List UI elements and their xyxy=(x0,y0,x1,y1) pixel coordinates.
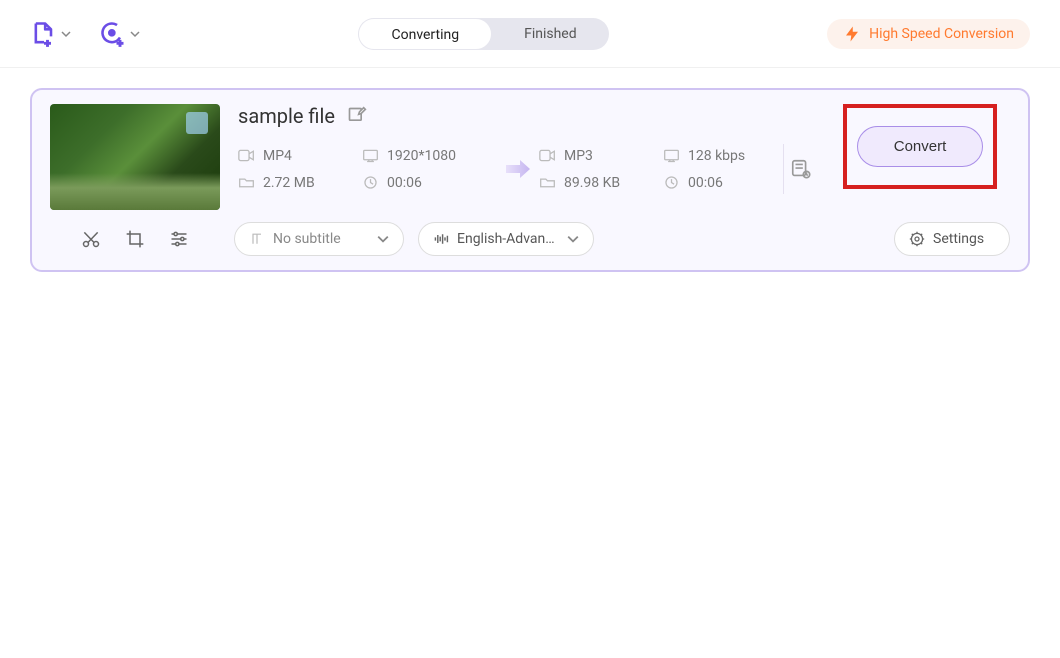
file-add-icon xyxy=(30,20,58,48)
file-main-row: sample file MP4 2 xyxy=(50,104,1010,210)
folder-icon xyxy=(238,175,255,190)
sliders-icon[interactable] xyxy=(169,229,189,249)
file-thumbnail[interactable] xyxy=(50,104,220,210)
speed-label: High Speed Conversion xyxy=(869,26,1014,42)
edit-tools xyxy=(50,229,220,249)
video-icon xyxy=(539,148,556,163)
chevron-down-icon xyxy=(61,29,71,39)
clock-icon xyxy=(663,175,680,190)
chevron-down-icon xyxy=(130,29,140,39)
preset-settings-col xyxy=(783,144,812,194)
audio-waveform-icon xyxy=(433,231,449,247)
content-area: sample file MP4 2 xyxy=(0,68,1060,292)
tools-row: No subtitle English-Advanc... Settings xyxy=(50,222,1010,256)
gear-icon xyxy=(909,231,925,247)
screen-icon xyxy=(362,148,379,163)
header-left-tools xyxy=(30,20,140,48)
app-header: Converting Finished High Speed Conversio… xyxy=(0,0,1060,68)
subtitle-icon xyxy=(249,231,265,247)
lightning-icon xyxy=(843,25,861,43)
convert-area: Convert xyxy=(830,104,1010,189)
target-col-1: MP3 89.98 KB xyxy=(539,148,663,191)
video-icon xyxy=(238,148,255,163)
tab-finished[interactable]: Finished xyxy=(492,18,609,50)
source-resolution: 1920*1080 xyxy=(362,148,497,164)
arrow-separator xyxy=(497,157,539,181)
meta-row: MP4 2.72 MB 1920*1080 xyxy=(238,144,812,194)
subtitle-value: No subtitle xyxy=(273,231,369,247)
convert-highlight: Convert xyxy=(843,104,998,189)
tabs-container: Converting Finished xyxy=(140,18,827,50)
file-info: sample file MP4 2 xyxy=(238,104,812,194)
edit-icon[interactable] xyxy=(347,106,367,126)
clock-icon xyxy=(362,175,379,190)
target-duration: 00:06 xyxy=(663,175,783,191)
target-bitrate: 128 kbps xyxy=(663,148,783,164)
settings-button[interactable]: Settings xyxy=(894,222,1010,256)
high-speed-toggle[interactable]: High Speed Conversion xyxy=(827,19,1030,49)
arrow-right-icon xyxy=(504,157,532,181)
crop-icon[interactable] xyxy=(125,229,145,249)
subtitle-dropdown[interactable]: No subtitle xyxy=(234,222,404,256)
screen-icon xyxy=(663,148,680,163)
source-col-2: 1920*1080 00:06 xyxy=(362,148,497,191)
audio-track-dropdown[interactable]: English-Advanc... xyxy=(418,222,594,256)
source-col-1: MP4 2.72 MB xyxy=(238,148,362,191)
preset-settings-icon[interactable] xyxy=(790,158,812,180)
target-col-2: 128 kbps 00:06 xyxy=(663,148,783,191)
audio-value: English-Advanc... xyxy=(457,231,559,247)
file-title-row: sample file xyxy=(238,104,812,128)
target-format: MP3 xyxy=(539,148,663,164)
folder-icon xyxy=(539,175,556,190)
file-card: sample file MP4 2 xyxy=(30,88,1030,272)
convert-button[interactable]: Convert xyxy=(857,126,984,167)
settings-label: Settings xyxy=(933,231,995,247)
add-disc-button[interactable] xyxy=(99,20,140,48)
chevron-down-icon xyxy=(377,233,389,245)
tab-converting[interactable]: Converting xyxy=(358,18,492,50)
file-title: sample file xyxy=(238,104,335,128)
source-duration: 00:06 xyxy=(362,175,497,191)
disc-add-icon xyxy=(99,20,127,48)
cut-icon[interactable] xyxy=(81,229,101,249)
chevron-down-icon xyxy=(567,233,579,245)
source-size: 2.72 MB xyxy=(238,175,362,191)
tab-group: Converting Finished xyxy=(358,18,608,50)
source-format: MP4 xyxy=(238,148,362,164)
add-file-button[interactable] xyxy=(30,20,71,48)
target-size: 89.98 KB xyxy=(539,175,663,191)
